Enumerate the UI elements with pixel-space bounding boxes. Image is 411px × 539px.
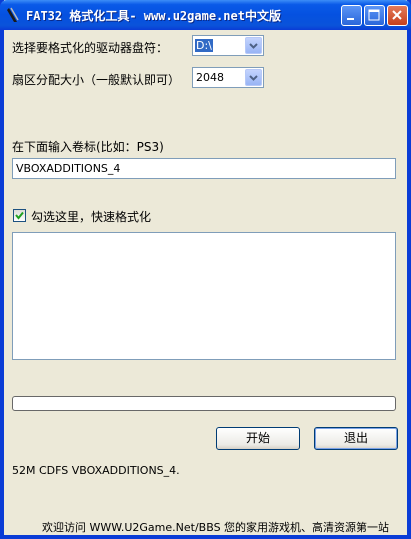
checkmark-icon bbox=[15, 211, 24, 220]
drive-dropdown-button[interactable] bbox=[245, 37, 262, 54]
quick-format-checkbox[interactable] bbox=[13, 209, 26, 222]
format-progress-bar bbox=[12, 396, 396, 411]
chevron-down-icon bbox=[249, 43, 258, 49]
status-text: 52M CDFS VBOXADDITIONS_4. bbox=[12, 464, 180, 477]
close-icon bbox=[392, 10, 402, 20]
drive-label: 选择要格式化的驱动器盘符： bbox=[12, 41, 169, 55]
cluster-dropdown-button[interactable] bbox=[245, 69, 262, 86]
quick-format-label[interactable]: 勾选这里，快速格式化 bbox=[31, 208, 151, 225]
window-title: FAT32 格式化工具- www.u2game.net中文版 bbox=[26, 9, 281, 23]
cluster-size-label: 扇区分配大小（一般默认即可） bbox=[12, 73, 181, 87]
drive-select-value: D:\ bbox=[195, 39, 213, 52]
volume-label-value: VBOXADDITIONS_4 bbox=[16, 162, 121, 175]
log-output-area[interactable] bbox=[12, 232, 396, 360]
maximize-button[interactable] bbox=[364, 5, 385, 26]
cluster-size-value: 2048 bbox=[196, 71, 224, 84]
maximize-icon bbox=[368, 9, 380, 21]
minimize-button[interactable] bbox=[341, 5, 362, 26]
start-button[interactable]: 开始 bbox=[216, 427, 300, 450]
footer-text: 欢迎访问 WWW.U2Game.Net/BBS 您的家用游戏机、高清资源第一站 bbox=[42, 521, 390, 534]
drive-select[interactable]: D:\ bbox=[192, 35, 264, 56]
volume-label-caption: 在下面输入卷标(比如：PS3) bbox=[12, 140, 164, 154]
exit-button[interactable]: 退出 bbox=[314, 427, 398, 450]
close-button[interactable] bbox=[387, 5, 408, 26]
minimize-icon bbox=[347, 18, 354, 20]
app-icon bbox=[7, 7, 19, 22]
title-bar[interactable]: FAT32 格式化工具- www.u2game.net中文版 bbox=[0, 0, 411, 30]
app-window: FAT32 格式化工具- www.u2game.net中文版 选择要格式化的驱动… bbox=[0, 0, 411, 539]
cluster-size-select[interactable]: 2048 bbox=[192, 67, 264, 88]
chevron-down-icon bbox=[249, 75, 258, 81]
volume-label-input[interactable]: VBOXADDITIONS_4 bbox=[12, 158, 396, 179]
